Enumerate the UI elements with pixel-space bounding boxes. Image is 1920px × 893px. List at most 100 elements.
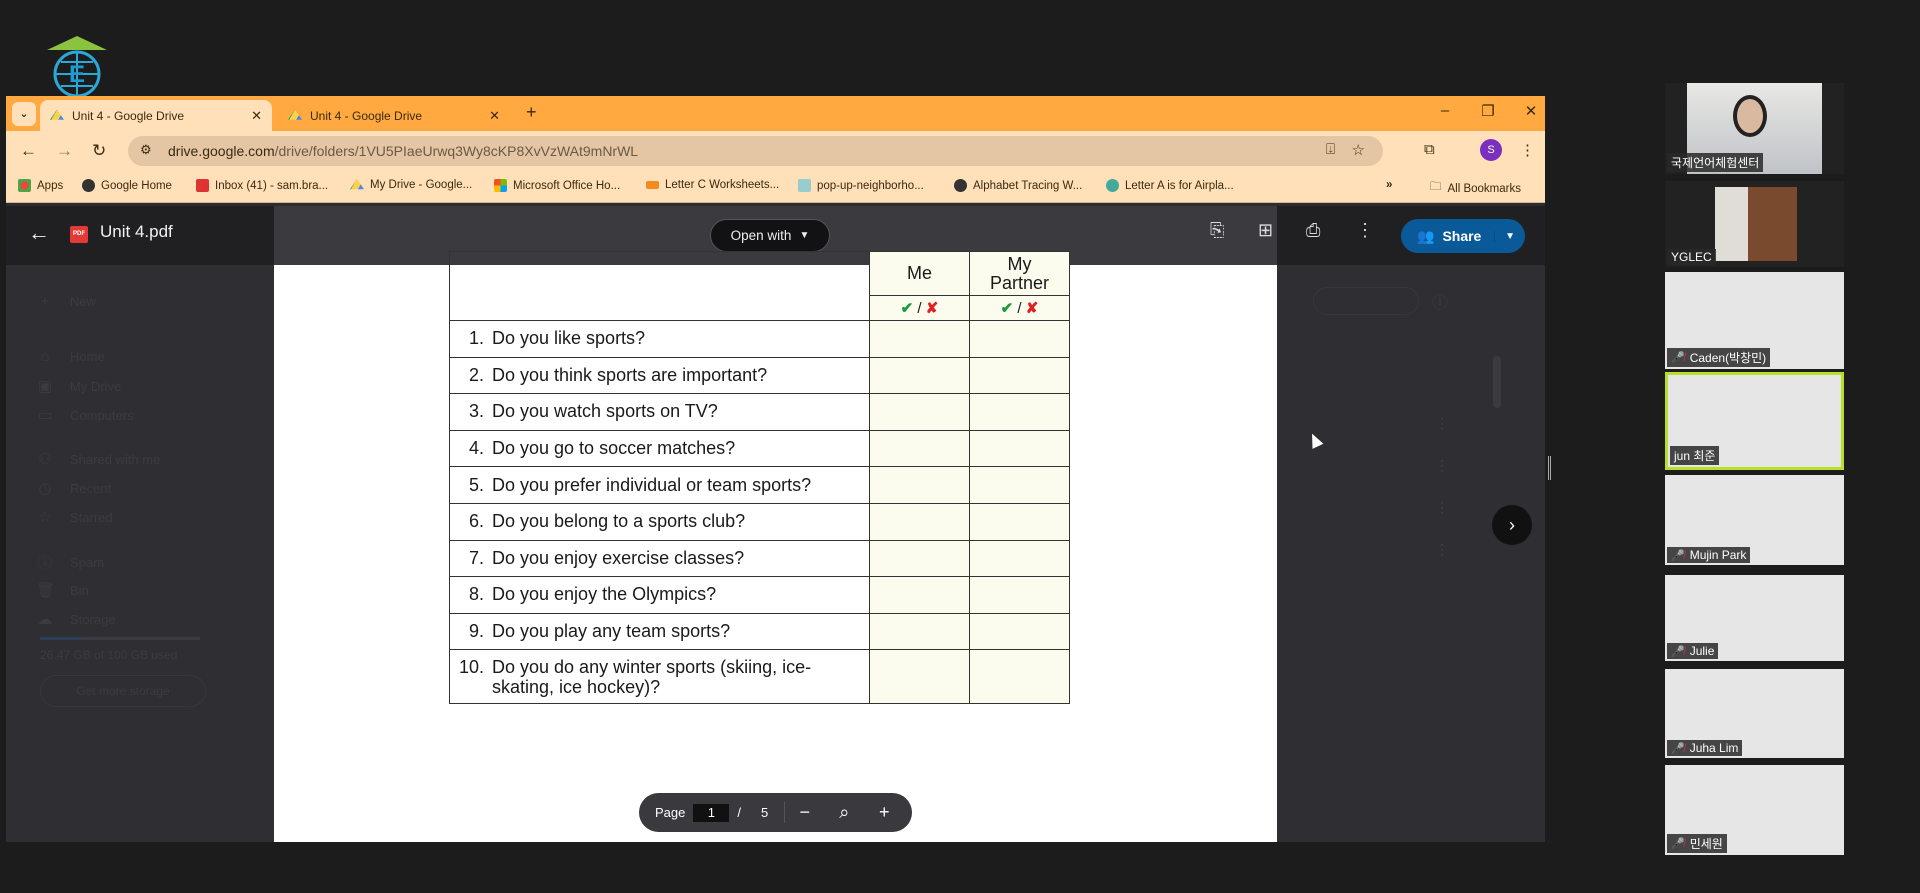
answer-me-cell[interactable]: [869, 612, 970, 651]
participant-tile[interactable]: 🎤̸ Juha Lim: [1665, 669, 1844, 758]
bookmark-alphabet-tracing[interactable]: Alphabet Tracing W...: [954, 179, 1082, 192]
zoom-out-button[interactable]: −: [784, 802, 824, 823]
next-file-button[interactable]: ›: [1492, 505, 1532, 545]
sidebar-item-spam[interactable]: ⓘ Spam: [36, 552, 103, 573]
answer-partner-cell[interactable]: [969, 466, 1070, 504]
answer-partner-cell[interactable]: [969, 539, 1070, 578]
answer-partner-cell[interactable]: [969, 502, 1070, 541]
sidebar-item-storage[interactable]: ☁ Storage: [36, 610, 116, 628]
bookmark-apps[interactable]: Apps: [18, 179, 63, 192]
view-toggle[interactable]: [1313, 287, 1419, 315]
restore-button[interactable]: ❐: [1468, 102, 1508, 120]
back-button[interactable]: ←: [20, 141, 37, 161]
reload-button[interactable]: ↻: [92, 141, 106, 161]
site-settings-icon[interactable]: ⚙: [140, 142, 152, 158]
share-button[interactable]: 👥 Share ▼: [1401, 219, 1525, 253]
row-more-icon[interactable]: ⋮: [1435, 541, 1449, 558]
participant-tile[interactable]: jun 최준: [1665, 372, 1844, 470]
close-tab-icon[interactable]: ✕: [251, 108, 262, 124]
participant-tile[interactable]: YGLEC: [1665, 181, 1844, 267]
participant-tile[interactable]: 국제언어체험센터: [1665, 83, 1844, 174]
close-window-button[interactable]: ✕: [1511, 102, 1545, 120]
install-app-icon[interactable]: ⍗: [1326, 141, 1335, 158]
browser-menu-icon[interactable]: ⋮: [1520, 141, 1535, 159]
new-button[interactable]: + New: [36, 293, 96, 310]
participant-tile[interactable]: 🎤̸ Julie: [1665, 575, 1844, 661]
answer-partner-cell[interactable]: [969, 429, 1070, 468]
answer-partner-cell[interactable]: [969, 393, 1070, 431]
answer-me-cell[interactable]: [869, 576, 970, 614]
address-bar[interactable]: ⚙ drive.google.com/drive/folders/1VU5PIae…: [128, 136, 1383, 166]
row-more-icon[interactable]: ⋮: [1435, 457, 1449, 474]
answer-me-cell[interactable]: [869, 356, 970, 395]
answer-me-cell[interactable]: [869, 429, 970, 468]
more-bookmarks-button[interactable]: »: [1386, 179, 1392, 191]
sidebar-item-my-drive[interactable]: ▣ My Drive: [36, 377, 121, 395]
more-actions-icon[interactable]: ⋮: [1356, 220, 1374, 241]
answer-me-cell[interactable]: [869, 502, 970, 541]
sidebar-item-recent[interactable]: ◷ Recent: [36, 479, 111, 497]
sidebar-item-shared[interactable]: ⚇ Shared with me: [36, 450, 160, 468]
bookmark-microsoft-office[interactable]: Microsoft Office Ho...: [494, 179, 620, 192]
answer-partner-cell[interactable]: [969, 576, 1070, 614]
tab-unit4[interactable]: Unit 4 - Google Drive ✕: [278, 100, 510, 131]
share-dropdown-icon[interactable]: ▼: [1494, 230, 1525, 242]
question-row: 3. Do you watch sports on TV?: [449, 393, 1070, 431]
move-to-folder-icon[interactable]: ⎘: [1210, 220, 1224, 241]
answer-partner-cell[interactable]: [969, 320, 1070, 358]
participant-tile[interactable]: 🎤̸ Mujin Park: [1665, 475, 1844, 565]
sidebar-item-computers[interactable]: ▭ Computers: [36, 406, 134, 424]
close-tab-icon[interactable]: ✕: [489, 108, 500, 124]
home-icon: ⌂: [40, 348, 50, 365]
panel-resize-handle[interactable]: [1548, 456, 1551, 480]
info-icon[interactable]: ⓘ: [1432, 289, 1448, 313]
all-bookmarks-button[interactable]: 🗀 All Bookmarks: [1430, 179, 1521, 198]
spam-icon: ⓘ: [37, 555, 53, 572]
row-more-icon[interactable]: ⋮: [1435, 415, 1449, 432]
participant-name: 🎤̸ Caden(박창민): [1667, 348, 1771, 367]
answer-me-cell[interactable]: [869, 539, 970, 578]
print-icon[interactable]: ⎙: [1306, 220, 1320, 241]
bookmark-google-home[interactable]: Google Home: [82, 179, 172, 192]
answer-partner-cell[interactable]: [969, 356, 1070, 395]
add-comment-icon[interactable]: ⊞: [1258, 220, 1273, 241]
bookmark-pop-up[interactable]: pop-up-neighborho...: [798, 179, 924, 192]
minimize-button[interactable]: –: [1425, 102, 1465, 119]
get-more-storage-button[interactable]: Get more storage: [40, 675, 206, 707]
zoom-fit-icon[interactable]: ⌕: [824, 802, 864, 823]
bookmark-star-icon[interactable]: ☆: [1352, 141, 1365, 159]
participant-tile[interactable]: 🎤̸ Caden(박창민): [1665, 272, 1844, 369]
new-tab-button[interactable]: +: [526, 102, 537, 123]
question-text: Do you do any winter sports (skiing, ice…: [492, 656, 812, 697]
sidebar-item-starred[interactable]: ☆ Starred: [36, 508, 112, 526]
extensions-icon[interactable]: ⧉: [1424, 141, 1435, 158]
tab-search-button[interactable]: ⌄: [12, 102, 36, 126]
answer-me-cell[interactable]: [869, 320, 970, 358]
sidebar-item-bin[interactable]: 🗑 Bin: [36, 581, 89, 599]
site-s-icon: [1106, 179, 1119, 192]
tab-unit4-active[interactable]: Unit 4 - Google Drive ✕: [40, 100, 272, 131]
open-with-button[interactable]: Open with ▼: [710, 219, 830, 252]
back-arrow-icon[interactable]: ←: [28, 220, 50, 246]
drive-details-dimmed: ⓘ ⋮ ⋮ ⋮ ⋮ ›: [1277, 265, 1545, 842]
question-number: 9.: [468, 621, 484, 642]
participant-name: 🎤̸ 민세원: [1667, 834, 1727, 853]
zoom-in-button[interactable]: +: [864, 802, 904, 823]
page-number-input[interactable]: 1: [693, 803, 730, 822]
forward-button[interactable]: →: [56, 141, 73, 161]
participant-tile[interactable]: 🎤̸ 민세원: [1665, 765, 1844, 855]
scrollbar[interactable]: [1493, 356, 1501, 408]
answer-partner-cell[interactable]: [969, 649, 1070, 705]
bookmark-inbox[interactable]: Inbox (41) - sam.bra...: [196, 179, 328, 192]
bookmark-my-drive[interactable]: My Drive - Google...: [350, 179, 472, 191]
profile-avatar[interactable]: S: [1480, 139, 1502, 161]
answer-me-cell[interactable]: [869, 393, 970, 431]
bookmark-letter-c[interactable]: Letter C Worksheets...: [646, 179, 779, 191]
answer-partner-cell[interactable]: [969, 612, 1070, 651]
answer-me-cell[interactable]: [869, 466, 970, 504]
answer-me-cell[interactable]: [869, 649, 970, 705]
sidebar-item-home[interactable]: ⌂ Home: [36, 348, 104, 365]
question-number: 4.: [468, 438, 484, 459]
bookmark-letter-a[interactable]: Letter A is for Airpla...: [1106, 179, 1234, 192]
row-more-icon[interactable]: ⋮: [1435, 499, 1449, 516]
